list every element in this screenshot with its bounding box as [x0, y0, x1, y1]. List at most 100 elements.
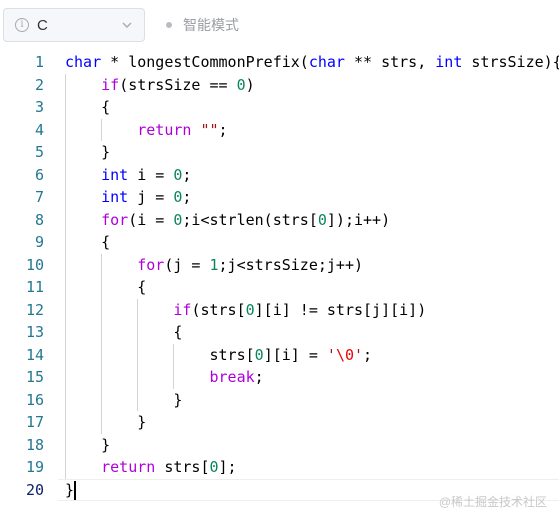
code-line[interactable]: { — [65, 321, 182, 344]
code-token: } — [65, 480, 75, 499]
code-token: return — [101, 458, 156, 476]
code-line[interactable]: if(strsSize == 0) — [65, 74, 255, 97]
code-token: int — [435, 53, 463, 71]
code-token: { — [65, 98, 111, 116]
code-line[interactable]: } — [65, 141, 110, 164]
code-token: 0 — [254, 345, 264, 364]
code-token: (strs[ — [191, 300, 246, 319]
line-number: 15 — [25, 368, 44, 386]
code-token: } — [65, 435, 111, 454]
line-number: 5 — [34, 143, 44, 161]
line-number: 11 — [25, 278, 44, 296]
code-token: (j = — [164, 255, 210, 274]
code-token: i = — [128, 165, 174, 184]
code-line[interactable]: } — [65, 411, 146, 434]
line-number: 13 — [25, 323, 44, 341]
code-line[interactable]: strs[0][i] = '\0'; — [65, 344, 372, 367]
code-token: int — [101, 165, 129, 184]
code-line[interactable]: int i = 0; — [65, 164, 191, 187]
code-token: ][i] = — [263, 345, 327, 364]
code-token: 0 — [245, 300, 255, 319]
line-number: 17 — [25, 413, 44, 431]
code-line[interactable]: } — [65, 479, 74, 502]
code-line[interactable]: int j = 0; — [65, 186, 191, 209]
code-line[interactable]: break; — [65, 366, 264, 389]
code-token: (i = — [128, 210, 174, 229]
line-number: 18 — [25, 435, 44, 454]
line-number: 8 — [34, 210, 44, 229]
line-number: 7 — [34, 188, 44, 206]
code-token: char — [308, 53, 345, 71]
language-select[interactable]: i C — [3, 8, 145, 42]
text-cursor — [74, 480, 77, 500]
code-line[interactable]: for(j = 1;j<strsSize;j++) — [65, 254, 363, 277]
code-token: } — [65, 390, 183, 409]
code-token: ;i<strlen(strs[ — [182, 210, 318, 229]
code-token: for — [101, 210, 129, 229]
code-line[interactable]: { — [65, 96, 110, 119]
code-line[interactable]: for(i = 0;i<strlen(strs[0]);i++) — [65, 209, 390, 232]
code-token: ; — [182, 165, 192, 184]
line-number: 14 — [25, 345, 44, 364]
code-token: return — [137, 120, 192, 139]
code-token: ; — [182, 188, 192, 206]
line-number: 9 — [34, 233, 44, 251]
code-token: if — [173, 300, 192, 319]
code-token: if — [101, 75, 120, 94]
code-line[interactable]: { — [65, 276, 146, 299]
code-line[interactable]: return strs[0]; — [65, 456, 237, 479]
line-number: 10 — [25, 255, 44, 274]
code-token: } — [65, 143, 111, 161]
code-token: 0 — [317, 210, 327, 229]
code-line[interactable]: char * longestCommonPrefix(char ** strs,… — [65, 51, 559, 74]
code-token: 0 — [236, 75, 246, 94]
code-editor[interactable]: 1 2 3 4 5 6 7 8 9 10 11 12 13 14 15 16 17 18 19 20 char * l… — [0, 50, 559, 525]
code-token: "" — [200, 120, 219, 139]
code-line[interactable]: return ""; — [65, 119, 228, 142]
chevron-down-icon — [122, 22, 132, 28]
code-line[interactable]: { — [65, 231, 110, 254]
watermark: @稀土掘金技术社区 — [438, 495, 547, 509]
editor-toolbar: i C 智能模式 — [0, 0, 559, 48]
line-number: 6 — [34, 165, 44, 184]
code-token: ]; — [218, 458, 237, 476]
code-token: { — [65, 323, 183, 341]
language-select-value: C — [37, 17, 48, 34]
line-number: 12 — [25, 300, 44, 319]
line-number: 1 — [34, 53, 44, 71]
code-token: j = — [128, 188, 174, 206]
code-line[interactable]: } — [65, 389, 182, 412]
line-number: 16 — [25, 390, 44, 409]
code-token: strsSize){ — [462, 53, 559, 71]
code-token: ) — [245, 75, 255, 94]
info-icon: i — [15, 18, 29, 32]
code-token: strs[ — [155, 458, 210, 476]
code-token: { — [65, 233, 111, 251]
line-number-gutter: 1 2 3 4 5 6 7 8 9 10 11 12 13 14 15 16 17 18 19 20 — [0, 50, 58, 525]
code-line[interactable]: if(strs[0][i] != strs[j][i]) — [65, 299, 426, 322]
code-token: int — [101, 188, 129, 206]
code-token: ; — [254, 368, 264, 386]
code-line[interactable]: } — [65, 434, 110, 457]
code-token: ' — [354, 345, 364, 364]
line-number: 2 — [34, 75, 44, 94]
code-token: for — [137, 255, 165, 274]
mode-status-dot — [166, 22, 172, 28]
code-token: ;j<strsSize;j++) — [218, 255, 364, 274]
line-number: 3 — [34, 98, 44, 116]
code-token: break — [209, 368, 255, 386]
code-token: \0 — [335, 345, 354, 364]
code-token: * longestCommonPrefix( — [101, 53, 309, 71]
code-token: ** strs, — [344, 53, 436, 71]
smart-mode-toggle[interactable]: 智能模式 — [183, 16, 239, 34]
code-token: ; — [218, 120, 228, 139]
